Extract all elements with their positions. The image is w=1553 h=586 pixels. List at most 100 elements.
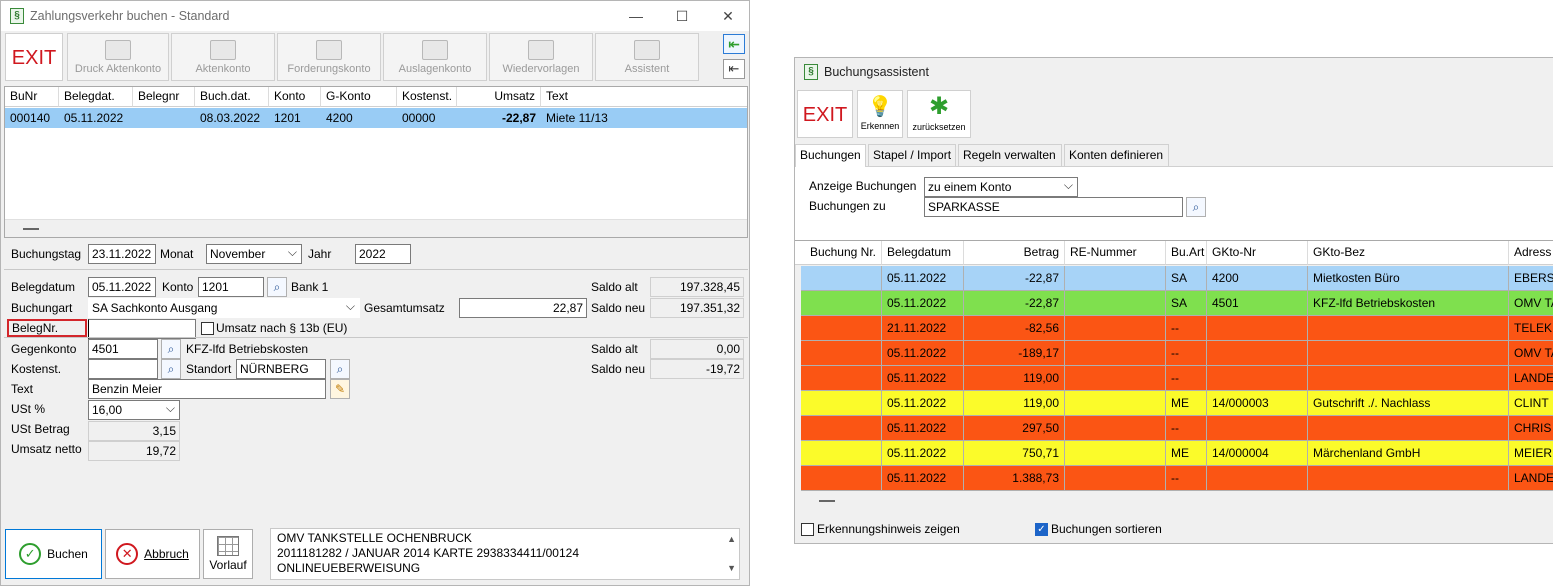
ust-select[interactable]: 16,00	[88, 400, 180, 420]
gesamtumsatz-label: Gesamtumsatz	[364, 301, 445, 315]
buchungsassistent-window: § Buchungsassistent EXIT 💡 Erkennen ✱ zu…	[794, 57, 1553, 544]
col-buchung-nr[interactable]: Buchung Nr.	[795, 241, 882, 265]
col-kostenst[interactable]: Kostenst.	[397, 87, 457, 107]
table-row[interactable]: 05.11.2022 -22,87 SA 4200 Mietkosten Büro EBE…	[795, 266, 1553, 291]
standort-field[interactable]: NÜRNBERG	[236, 359, 326, 379]
text-lookup-icon[interactable]: ✎	[330, 379, 350, 399]
belegdatum-field[interactable]: 05.11.2022	[88, 277, 156, 297]
erkennen-label: Erkennen	[860, 121, 900, 131]
auslagenkonto-button[interactable]: Auslagenkonto	[383, 33, 487, 81]
table-row[interactable]: 05.11.2022 119,00 -- LANDE	[795, 366, 1553, 391]
table-row[interactable]: 05.11.2022-189,17 -- OMV TA	[795, 341, 1553, 366]
col-betrag[interactable]: Betrag	[964, 241, 1065, 265]
cell-buchung-nr	[801, 266, 882, 291]
col-bunr[interactable]: BuNr	[5, 87, 59, 107]
buchungen-sortieren-checkbox[interactable]: ✓	[1035, 523, 1048, 536]
buchungen-zu-search-icon[interactable]: ⌕	[1186, 197, 1206, 217]
forderungskonto-button[interactable]: Forderungskonto	[277, 33, 381, 81]
title-bar: § Zahlungsverkehr buchen - Standard — ☐ …	[1, 1, 749, 31]
col-gkto-bez[interactable]: GKto-Bez	[1308, 241, 1509, 265]
vorlauf-button[interactable]: Vorlauf	[203, 529, 253, 579]
belegnr-field[interactable]	[88, 319, 196, 339]
cell-belegdatum: 05.11.2022	[882, 441, 964, 466]
erkennen-button[interactable]: 💡 Erkennen	[857, 90, 903, 138]
memo-scroll-down-icon[interactable]: ▼	[727, 561, 736, 576]
aktenkonto-button[interactable]: Aktenkonto	[171, 33, 275, 81]
anzeige-select[interactable]: zu einem Konto	[924, 177, 1078, 197]
wiedervorlagen-button[interactable]: Wiedervorlagen	[489, 33, 593, 81]
monat-select[interactable]: November	[206, 244, 302, 264]
konto-field[interactable]: 1201	[198, 277, 264, 297]
table-row[interactable]: 05.11.2022 119,00 ME 14/000003 Gutschrift ./…	[795, 391, 1553, 416]
col-buchdat[interactable]: Buch.dat.	[195, 87, 269, 107]
col-konto[interactable]: Konto	[269, 87, 321, 107]
table-row[interactable]: 05.11.2022 750,71 ME 14/000004 Märchenland G…	[795, 441, 1553, 466]
col-text[interactable]: Text	[541, 87, 747, 107]
memo-scroll-up-icon[interactable]: ▲	[727, 532, 736, 547]
tab-konten-definieren[interactable]: Konten definieren	[1064, 144, 1169, 166]
col-belegdat[interactable]: Belegdat.	[59, 87, 133, 107]
exit-button[interactable]: EXIT	[5, 33, 63, 81]
kostenst-search-icon[interactable]: ⌕	[161, 359, 181, 379]
table-row[interactable]: 05.11.2022 1.388,73 -- LANDE	[795, 466, 1553, 491]
table-row[interactable]: 05.11.2022 297,50 -- CHRIS	[795, 416, 1553, 441]
cell-betrag: -189,17	[964, 341, 1065, 366]
buchungen-zu-field[interactable]: SPARKASSE	[924, 197, 1183, 217]
buchungart-select[interactable]: SA Sachkonto Ausgang	[88, 298, 360, 318]
cell-belegdatum: 21.11.2022	[882, 316, 964, 341]
umsatz13b-checkbox[interactable]	[201, 322, 214, 335]
gegenkonto-field[interactable]: 4501	[88, 339, 158, 359]
tab-buchungen[interactable]: Buchungen	[795, 144, 866, 167]
tab-regeln-verwalten[interactable]: Regeln verwalten	[958, 144, 1062, 166]
erkennungshinweis-checkbox[interactable]	[801, 523, 814, 536]
minimize-icon[interactable]: —	[613, 4, 659, 28]
dock-left-icon[interactable]: ⇤	[723, 34, 745, 54]
cell-re-nummer	[1065, 466, 1166, 491]
assistent-button[interactable]: Assistent	[595, 33, 699, 81]
printer-icon	[105, 40, 131, 60]
table-row[interactable]: 21.11.2022 -82,56 -- TELEK	[795, 316, 1553, 341]
col-belegnr[interactable]: Belegnr	[133, 87, 195, 107]
text-field[interactable]: Benzin Meier	[88, 379, 326, 399]
buchungstag-field[interactable]: 23.11.2022	[88, 244, 156, 264]
jahr-field[interactable]: 2022	[355, 244, 411, 264]
cell-buchung-nr	[801, 341, 882, 366]
reset-star-icon: ✱	[928, 93, 950, 120]
check-icon: ✓	[19, 543, 42, 565]
gegenkonto-search-icon[interactable]: ⌕	[161, 339, 181, 359]
table-row[interactable]: 000140 05.11.2022 08.03.2022 1201 4200 0…	[5, 108, 747, 128]
kostenst-field[interactable]	[88, 359, 158, 379]
konto-search-icon[interactable]: ⌕	[267, 277, 287, 297]
dock-arrow-icon[interactable]: ⇤	[723, 59, 745, 79]
zuruecksetzen-button[interactable]: ✱ zurücksetzen	[907, 90, 971, 138]
cell-belegdatum: 05.11.2022	[882, 266, 964, 291]
druck-aktenkonto-button[interactable]: Druck Aktenkonto	[67, 33, 169, 81]
table-row[interactable]: 05.11.2022 -22,87 SA 4501 KFZ-lfd Betriebsko…	[795, 291, 1553, 316]
cell-re-nummer	[1065, 266, 1166, 291]
col-umsatz[interactable]: Umsatz	[457, 87, 541, 107]
exit-button[interactable]: EXIT	[797, 90, 853, 138]
buchen-button[interactable]: ✓ Buchen	[5, 529, 102, 579]
col-belegdatum[interactable]: Belegdatum	[882, 241, 964, 265]
col-buart[interactable]: Bu.Art	[1166, 241, 1207, 265]
cell-buart: --	[1166, 466, 1207, 491]
maximize-icon[interactable]: ☐	[659, 4, 705, 28]
col-gkto-nr[interactable]: GKto-Nr	[1207, 241, 1308, 265]
cell-gkto-bez: Gutschrift ./. Nachlass	[1308, 391, 1509, 416]
document-gear-icon	[528, 40, 554, 60]
tab-stapel-import[interactable]: Stapel / Import	[868, 144, 956, 166]
abbruch-button[interactable]: ✕ Abbruch	[105, 529, 200, 579]
zuruecksetzen-label: zurücksetzen	[912, 122, 966, 132]
close-icon[interactable]: ✕	[705, 4, 751, 28]
cell-adress: OMV TA	[1509, 291, 1553, 316]
cell-adress: LANDE	[1509, 366, 1553, 391]
verwendungszweck-memo[interactable]: OMV TANKSTELLE OCHENBRUCK 2011181282 / J…	[270, 528, 740, 580]
table-footer	[5, 219, 747, 237]
cell-bunr: 000140	[10, 111, 51, 125]
cell-betrag: 1.388,73	[964, 466, 1065, 491]
gesamtumsatz-field[interactable]: 22,87	[459, 298, 587, 318]
standort-search-icon[interactable]: ⌕	[330, 359, 350, 379]
col-adress[interactable]: Adress	[1509, 241, 1553, 265]
col-re-nummer[interactable]: RE-Nummer	[1065, 241, 1166, 265]
col-gkonto[interactable]: G-Konto	[321, 87, 397, 107]
